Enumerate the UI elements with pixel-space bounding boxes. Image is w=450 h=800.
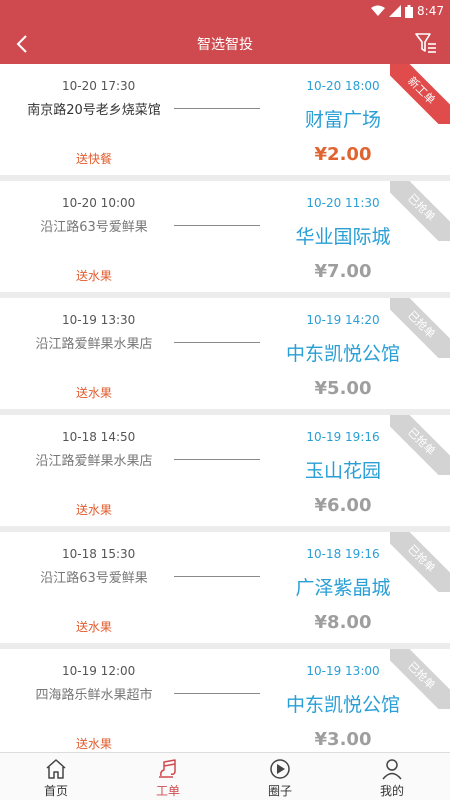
status-badge: 已抢单 [390,532,450,592]
tab-label: 首页 [43,784,68,798]
tab-home[interactable]: 首页 [0,753,112,800]
battery-icon [405,4,414,18]
service-type: 送水果 [76,620,113,634]
service-type: 送水果 [76,503,113,517]
route-line [174,576,260,577]
wifi-icon [371,5,386,16]
order-card[interactable]: 10-19 13:30 沿江路爱鲜果水果店 送水果 10-19 14:20 中东… [0,298,450,409]
route-line [174,693,260,694]
status-badge: 已抢单 [390,181,450,241]
pickup-address: 沿江路爱鲜果水果店 [35,337,153,352]
page-title: 智选智投 [197,37,253,53]
status-badge: 已抢单 [390,298,450,358]
status-badge: 已抢单 [390,649,450,709]
service-type: 送水果 [76,269,113,283]
order-card[interactable]: 10-20 10:00 沿江路63号爱鲜果 送水果 10-20 11:30 华业… [0,181,450,292]
status-badge: 已抢单 [390,415,450,475]
bottom-tab-bar: 首页 工单 圈子 我的 [0,752,450,800]
service-type: 送水果 [76,386,113,400]
order-card[interactable]: 10-19 12:00 四海路乐鲜水果超市 送水果 10-19 13:00 中东… [0,649,450,752]
pickup-time: 10-19 13:30 [62,313,136,327]
pickup-time: 10-20 10:00 [62,196,136,210]
badge-label: 已抢单 [390,532,450,592]
pickup-time: 10-20 17:30 [62,79,136,93]
header-bar: 智选智投 [0,24,450,64]
order-price: ¥6.00 [314,495,372,516]
tab-label: 工单 [155,784,180,798]
status-badge: 新工单 [390,64,450,124]
badge-label: 已抢单 [390,181,450,241]
pickup-address: 沿江路爱鲜果水果店 [35,454,153,469]
pickup-address: 南京路20号老乡烧菜馆 [27,103,161,118]
order-list: 10-20 17:30 南京路20号老乡烧菜馆 送快餐 10-20 18:00 … [0,64,450,752]
route-line [174,459,260,460]
signal-icon [389,5,402,17]
route-line [174,225,260,226]
badge-label: 新工单 [390,64,450,124]
circle-play-icon [270,759,290,779]
order-price: ¥3.00 [314,729,372,750]
route-line [174,342,260,343]
status-bar: 8:47 [0,0,450,24]
order-price: ¥8.00 [314,612,372,633]
route-line [174,108,260,109]
pickup-address: 沿江路63号爱鲜果 [40,571,148,586]
order-price: ¥7.00 [314,261,372,282]
person-icon [382,759,402,780]
order-price: ¥2.00 [314,144,372,165]
order-price: ¥5.00 [314,378,372,399]
tab-work-order[interactable]: 工单 [112,753,224,800]
order-card[interactable]: 10-18 14:50 沿江路爱鲜果水果店 送水果 10-19 19:16 玉山… [0,415,450,526]
badge-label: 已抢单 [390,298,450,358]
pickup-time: 10-18 15:30 [62,547,136,561]
order-card[interactable]: 10-18 15:30 沿江路63号爱鲜果 送水果 10-18 19:16 广泽… [0,532,450,643]
pickup-time: 10-19 12:00 [62,664,136,678]
order-card[interactable]: 10-20 17:30 南京路20号老乡烧菜馆 送快餐 10-20 18:00 … [0,64,450,175]
pickup-address: 沿江路63号爱鲜果 [40,220,148,235]
badge-label: 已抢单 [390,415,450,475]
service-type: 送快餐 [76,152,113,166]
work-order-icon [159,759,176,778]
tab-circle[interactable]: 圈子 [224,753,336,800]
pickup-time: 10-18 14:50 [62,430,136,444]
tab-label: 圈子 [267,784,292,798]
tab-mine[interactable]: 我的 [336,753,448,800]
badge-label: 已抢单 [390,649,450,709]
tab-label: 我的 [379,784,404,798]
service-type: 送水果 [76,737,113,751]
home-icon [46,759,66,779]
status-time: 8:47 [417,4,444,18]
pickup-address: 四海路乐鲜水果超市 [35,688,153,703]
filter-icon[interactable] [414,31,438,55]
status-icons: 8:47 [371,4,444,18]
